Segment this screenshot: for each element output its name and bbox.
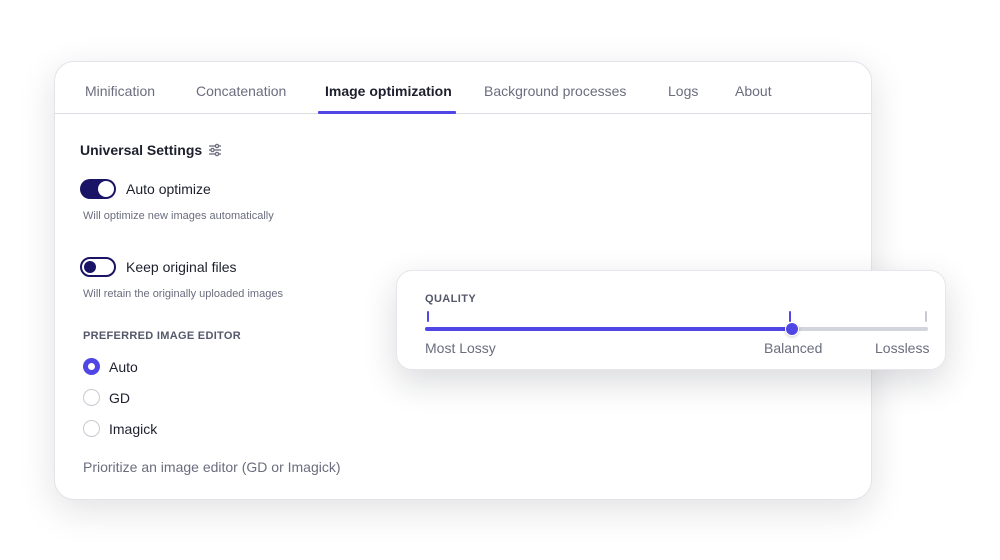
slider-thumb[interactable] xyxy=(785,322,799,336)
slider-tick-balanced xyxy=(789,311,791,322)
keep-original-files-label: Keep original files xyxy=(126,259,237,275)
slider-tick-lossless xyxy=(925,311,927,322)
radio-auto[interactable] xyxy=(83,358,100,375)
radio-imagick-label[interactable]: Imagick xyxy=(109,421,157,437)
quality-slider[interactable] xyxy=(425,309,928,336)
quality-title: QUALITY xyxy=(425,293,477,305)
slider-fill xyxy=(425,327,792,331)
tab-concatenation[interactable]: Concatenation xyxy=(196,83,286,99)
quality-card: QUALITY Most Lossy Balanced Lossless xyxy=(396,270,946,370)
sliders-icon[interactable] xyxy=(208,143,222,157)
quality-label-balanced: Balanced xyxy=(764,340,823,356)
tab-logs[interactable]: Logs xyxy=(668,83,698,99)
auto-optimize-toggle[interactable] xyxy=(80,179,116,199)
tab-minification[interactable]: Minification xyxy=(85,83,155,99)
universal-settings-title: Universal Settings xyxy=(80,142,203,158)
keep-original-files-hint: Will retain the originally uploaded imag… xyxy=(83,288,283,300)
auto-optimize-hint: Will optimize new images automatically xyxy=(83,210,274,222)
quality-label-most-lossy: Most Lossy xyxy=(425,340,496,356)
radio-auto-label[interactable]: Auto xyxy=(109,359,138,375)
toggle-knob xyxy=(84,261,96,273)
preferred-image-editor-label: PREFERRED IMAGE EDITOR xyxy=(83,330,241,342)
universal-settings-heading: Universal Settings xyxy=(80,142,222,158)
radio-gd-label[interactable]: GD xyxy=(109,390,130,406)
editor-footnote: Prioritize an image editor (GD or Imagic… xyxy=(83,459,341,475)
radio-gd[interactable] xyxy=(83,389,100,406)
toggle-knob xyxy=(98,181,114,197)
tab-about[interactable]: About xyxy=(735,83,772,99)
auto-optimize-label: Auto optimize xyxy=(126,181,211,197)
radio-imagick[interactable] xyxy=(83,420,100,437)
tab-background-processes[interactable]: Background processes xyxy=(484,83,626,99)
active-tab-indicator xyxy=(318,111,456,114)
quality-label-lossless: Lossless xyxy=(875,340,930,356)
slider-tick-most-lossy xyxy=(427,311,429,322)
tab-bar: Minification Concatenation Image optimiz… xyxy=(55,62,871,114)
keep-original-files-toggle[interactable] xyxy=(80,257,116,277)
tab-image-optimization[interactable]: Image optimization xyxy=(325,83,452,99)
